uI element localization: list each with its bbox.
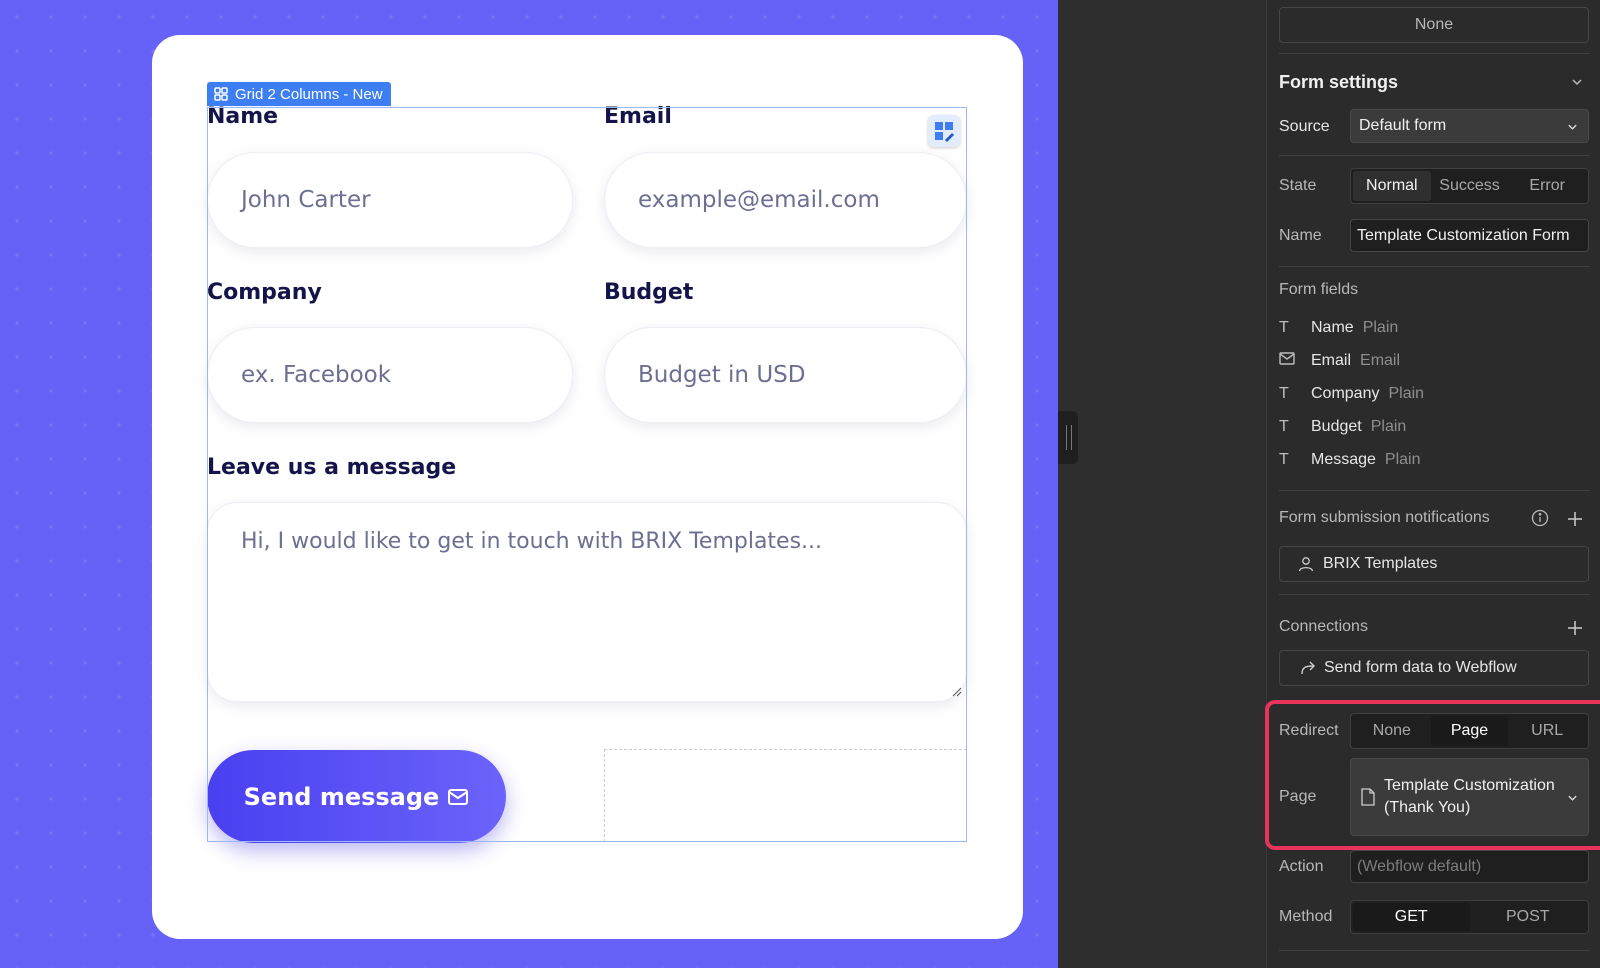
message-textarea[interactable]: Hi, I would like to get in touch with BR… bbox=[207, 502, 967, 702]
resize-handle-icon[interactable] bbox=[952, 687, 962, 697]
notification-recipient-name: BRIX Templates bbox=[1323, 555, 1438, 572]
form-field-type: Plain bbox=[1370, 418, 1407, 435]
form-field-name: Budget bbox=[1311, 418, 1362, 435]
name-label: Name bbox=[207, 104, 279, 129]
top-select-value: None bbox=[1414, 16, 1454, 33]
info-icon[interactable] bbox=[1531, 509, 1549, 527]
form-name-label: Name bbox=[1279, 227, 1322, 244]
email-icon bbox=[1279, 352, 1301, 370]
state-option-error[interactable]: Error bbox=[1508, 171, 1586, 201]
state-label: State bbox=[1279, 177, 1317, 194]
grid-icon bbox=[214, 87, 228, 101]
collapse-chevron-icon[interactable] bbox=[1571, 78, 1583, 86]
notifications-title: Form submission notifications bbox=[1279, 509, 1490, 526]
message-label: Leave us a message bbox=[207, 455, 457, 480]
send-message-button[interactable]: Send message bbox=[207, 750, 506, 843]
budget-label: Budget bbox=[604, 280, 694, 305]
method-option-get[interactable]: GET bbox=[1353, 903, 1470, 931]
company-input[interactable]: ex. Facebook bbox=[207, 327, 573, 423]
state-option-normal[interactable]: Normal bbox=[1353, 171, 1431, 201]
form-field-type: Plain bbox=[1384, 451, 1421, 468]
name-input[interactable]: John Carter bbox=[207, 152, 573, 248]
email-label: Email bbox=[604, 104, 672, 129]
state-option-success[interactable]: Success bbox=[1431, 171, 1509, 201]
grid-edit-button[interactable] bbox=[928, 115, 960, 147]
user-icon bbox=[1298, 557, 1314, 572]
action-input-placeholder: (Webflow default) bbox=[1357, 857, 1482, 875]
form-settings-title: Form settings bbox=[1279, 72, 1399, 92]
share-arrow-icon bbox=[1301, 661, 1315, 675]
text-icon: T bbox=[1279, 451, 1289, 468]
text-icon: T bbox=[1279, 319, 1289, 336]
form-field-row[interactable]: T Company Plain bbox=[1279, 385, 1424, 403]
form-field-name: Company bbox=[1311, 385, 1380, 402]
form-field-type: Plain bbox=[1388, 385, 1425, 402]
form-field-row[interactable]: T Name Plain bbox=[1279, 319, 1398, 337]
message-placeholder: Hi, I would like to get in touch with BR… bbox=[241, 529, 823, 554]
state-segmented-control: Normal Success Error bbox=[1350, 168, 1589, 204]
form-field-row[interactable]: Email Email bbox=[1279, 352, 1400, 370]
method-segmented-control: GET POST bbox=[1350, 900, 1589, 934]
form-name-input[interactable]: Template Customization Form bbox=[1350, 219, 1589, 252]
budget-input[interactable]: Budget in USD bbox=[604, 327, 967, 423]
form-field-type: Email bbox=[1360, 352, 1401, 369]
form-name-value: Template Customization Form bbox=[1357, 226, 1570, 244]
source-select-value: Default form bbox=[1359, 117, 1447, 134]
method-option-post[interactable]: POST bbox=[1470, 903, 1587, 931]
form-field-name: Name bbox=[1311, 319, 1354, 336]
form-field-name: Email bbox=[1311, 352, 1352, 369]
panel-gap bbox=[1058, 0, 1266, 968]
add-connection-icon[interactable] bbox=[1567, 620, 1583, 636]
text-icon: T bbox=[1279, 385, 1289, 402]
connections-title: Connections bbox=[1279, 618, 1368, 635]
connection-item-label: Send form data to Webflow bbox=[1324, 659, 1517, 676]
source-select[interactable]: Default form bbox=[1350, 109, 1589, 143]
connection-item[interactable]: Send form data to Webflow bbox=[1279, 650, 1589, 686]
selected-element-badge[interactable]: Grid 2 Columns - New bbox=[207, 82, 391, 106]
send-message-label: Send message bbox=[243, 782, 440, 811]
action-input[interactable]: (Webflow default) bbox=[1350, 850, 1589, 883]
selected-element-label: Grid 2 Columns - New bbox=[235, 85, 383, 103]
mail-icon bbox=[448, 788, 469, 805]
company-label: Company bbox=[207, 280, 322, 305]
chevron-down-icon bbox=[1568, 124, 1577, 130]
form-field-name: Message bbox=[1311, 451, 1376, 468]
text-icon: T bbox=[1279, 418, 1289, 435]
source-label: Source bbox=[1279, 118, 1330, 135]
grid-edit-icon bbox=[935, 122, 954, 142]
top-select[interactable]: None bbox=[1279, 7, 1589, 43]
redirect-highlight-box bbox=[1265, 700, 1600, 850]
form-fields-title: Form fields bbox=[1279, 281, 1359, 298]
form-field-row[interactable]: T Message Plain bbox=[1279, 451, 1421, 469]
add-notification-icon[interactable] bbox=[1567, 511, 1583, 527]
action-label: Action bbox=[1279, 858, 1324, 875]
panel-resize-handle[interactable] bbox=[1058, 411, 1078, 464]
method-label: Method bbox=[1279, 908, 1333, 925]
form-field-type: Plain bbox=[1362, 319, 1399, 336]
notification-recipient[interactable]: BRIX Templates bbox=[1279, 546, 1589, 582]
empty-grid-cell bbox=[604, 749, 967, 842]
email-input[interactable]: example@email.com bbox=[604, 152, 967, 248]
form-field-row[interactable]: T Budget Plain bbox=[1279, 418, 1406, 436]
